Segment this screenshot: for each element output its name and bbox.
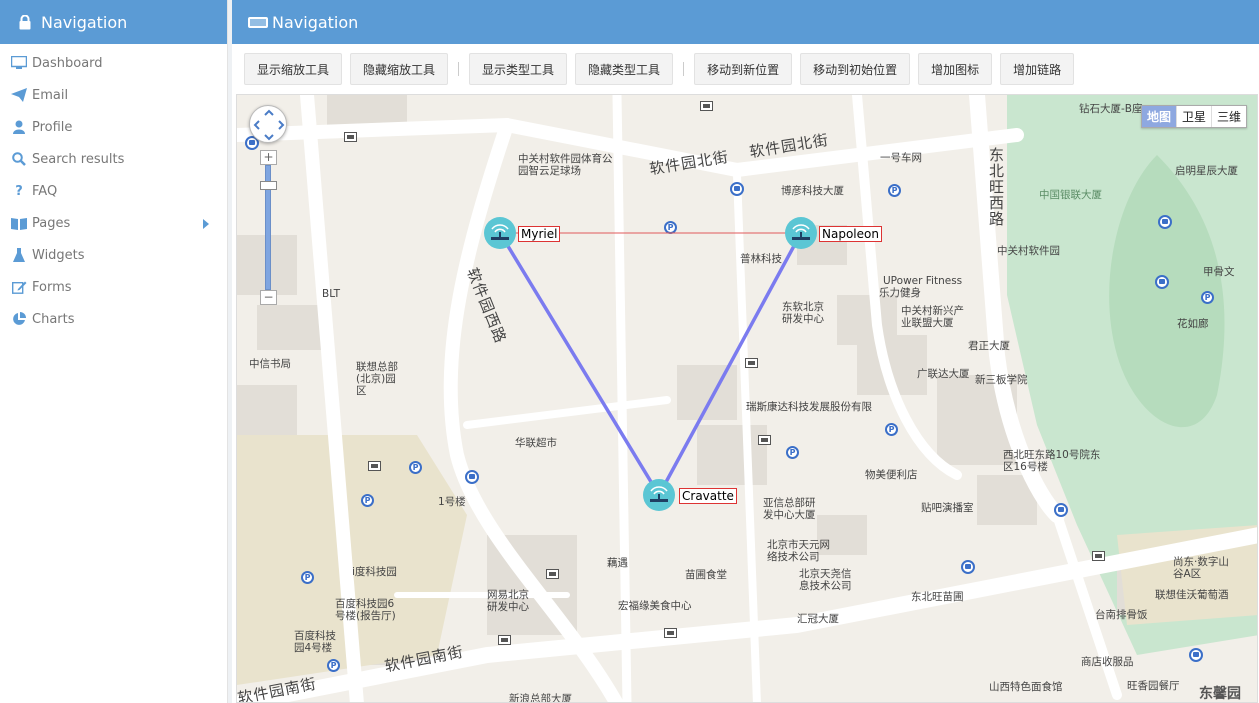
toolbar-separator xyxy=(683,62,685,76)
node-label-cravatte: Cravatte xyxy=(679,488,737,504)
sidebar-item-label: FAQ xyxy=(32,183,58,199)
link-myriel-cravatte xyxy=(498,232,661,496)
hide-type-tool-button[interactable]: 隐藏类型工具 xyxy=(575,53,674,85)
pie-chart-icon xyxy=(10,311,28,327)
sidebar-item-pages[interactable]: Pages xyxy=(0,207,227,239)
main-header: Navigation xyxy=(232,0,1259,44)
map-type-3d-button[interactable]: 三维 xyxy=(1212,106,1246,127)
sidebar-title: Navigation xyxy=(41,12,128,32)
zoom-out-button[interactable]: − xyxy=(260,290,277,305)
edit-icon xyxy=(10,279,28,295)
show-zoom-tool-button[interactable]: 显示缩放工具 xyxy=(244,53,343,85)
map-type-map-button[interactable]: 地图 xyxy=(1141,106,1177,127)
zoom-slider-thumb[interactable] xyxy=(260,181,277,190)
hide-zoom-tool-button[interactable]: 隐藏缩放工具 xyxy=(350,53,449,85)
main-title: Navigation xyxy=(272,12,359,32)
move-to-new-position-button[interactable]: 移动到新位置 xyxy=(694,53,793,85)
pan-control[interactable] xyxy=(249,105,287,143)
zoom-in-button[interactable]: + xyxy=(260,150,277,165)
node-label-myriel: Myriel xyxy=(518,226,561,242)
question-icon: ? xyxy=(15,183,23,199)
sidebar-item-forms[interactable]: Forms xyxy=(0,271,227,303)
search-icon xyxy=(10,151,28,167)
router-node-icon[interactable] xyxy=(482,215,518,251)
sidebar-item-label: Profile xyxy=(32,119,73,135)
sidebar-item-search-results[interactable]: Search results xyxy=(0,143,227,175)
app-window: Navigation Dashboard Email Profile Searc… xyxy=(0,0,1259,703)
map-type-switch: 地图 卫星 三维 xyxy=(1140,105,1247,128)
sidebar-item-label: Forms xyxy=(32,279,72,295)
paper-plane-icon xyxy=(10,87,28,103)
sidebar-item-email[interactable]: Email xyxy=(0,79,227,111)
topology-links xyxy=(498,232,803,496)
window-icon xyxy=(248,16,268,28)
monitor-icon xyxy=(10,55,28,71)
sidebar-menu: Dashboard Email Profile Search results ?… xyxy=(0,44,227,335)
add-link-button[interactable]: 增加链路 xyxy=(1000,53,1075,85)
book-icon xyxy=(10,215,28,231)
user-icon xyxy=(10,119,28,135)
flask-icon xyxy=(10,247,28,263)
sidebar-item-label: Charts xyxy=(32,311,75,327)
link-napoleon-cravatte xyxy=(657,232,803,496)
sidebar-item-profile[interactable]: Profile xyxy=(0,111,227,143)
router-node-icon[interactable] xyxy=(783,215,819,251)
lock-icon xyxy=(18,14,32,30)
node-label-napoleon: Napoleon xyxy=(819,226,882,242)
sidebar-item-label: Dashboard xyxy=(32,55,103,71)
map-toolbar: 显示缩放工具 隐藏缩放工具 显示类型工具 隐藏类型工具 移动到新位置 移动到初始… xyxy=(232,44,1259,94)
map-navigation-control: + − xyxy=(249,105,289,305)
sidebar-header: Navigation xyxy=(0,0,227,44)
sidebar-item-label: Pages xyxy=(32,215,71,231)
map-canvas[interactable]: 软件园北街 软件园北街 软件园西路 软件园南街 软件园南街 东北旺西路 中关村软… xyxy=(236,94,1258,703)
add-icon-button[interactable]: 增加图标 xyxy=(918,53,993,85)
sidebar-item-charts[interactable]: Charts xyxy=(0,303,227,335)
show-type-tool-button[interactable]: 显示类型工具 xyxy=(469,53,568,85)
move-to-initial-position-button[interactable]: 移动到初始位置 xyxy=(800,53,911,85)
toolbar-separator xyxy=(458,62,460,76)
sidebar: Navigation Dashboard Email Profile Searc… xyxy=(0,0,228,703)
router-node-icon[interactable] xyxy=(641,477,677,513)
sidebar-item-dashboard[interactable]: Dashboard xyxy=(0,47,227,79)
sidebar-item-label: Search results xyxy=(32,151,125,167)
chevron-right-icon xyxy=(203,219,209,229)
sidebar-item-label: Widgets xyxy=(32,247,85,263)
sidebar-item-label: Email xyxy=(32,87,69,103)
map-type-satellite-button[interactable]: 卫星 xyxy=(1177,106,1212,127)
sidebar-item-faq[interactable]: ? FAQ xyxy=(0,175,227,207)
sidebar-item-widgets[interactable]: Widgets xyxy=(0,239,227,271)
